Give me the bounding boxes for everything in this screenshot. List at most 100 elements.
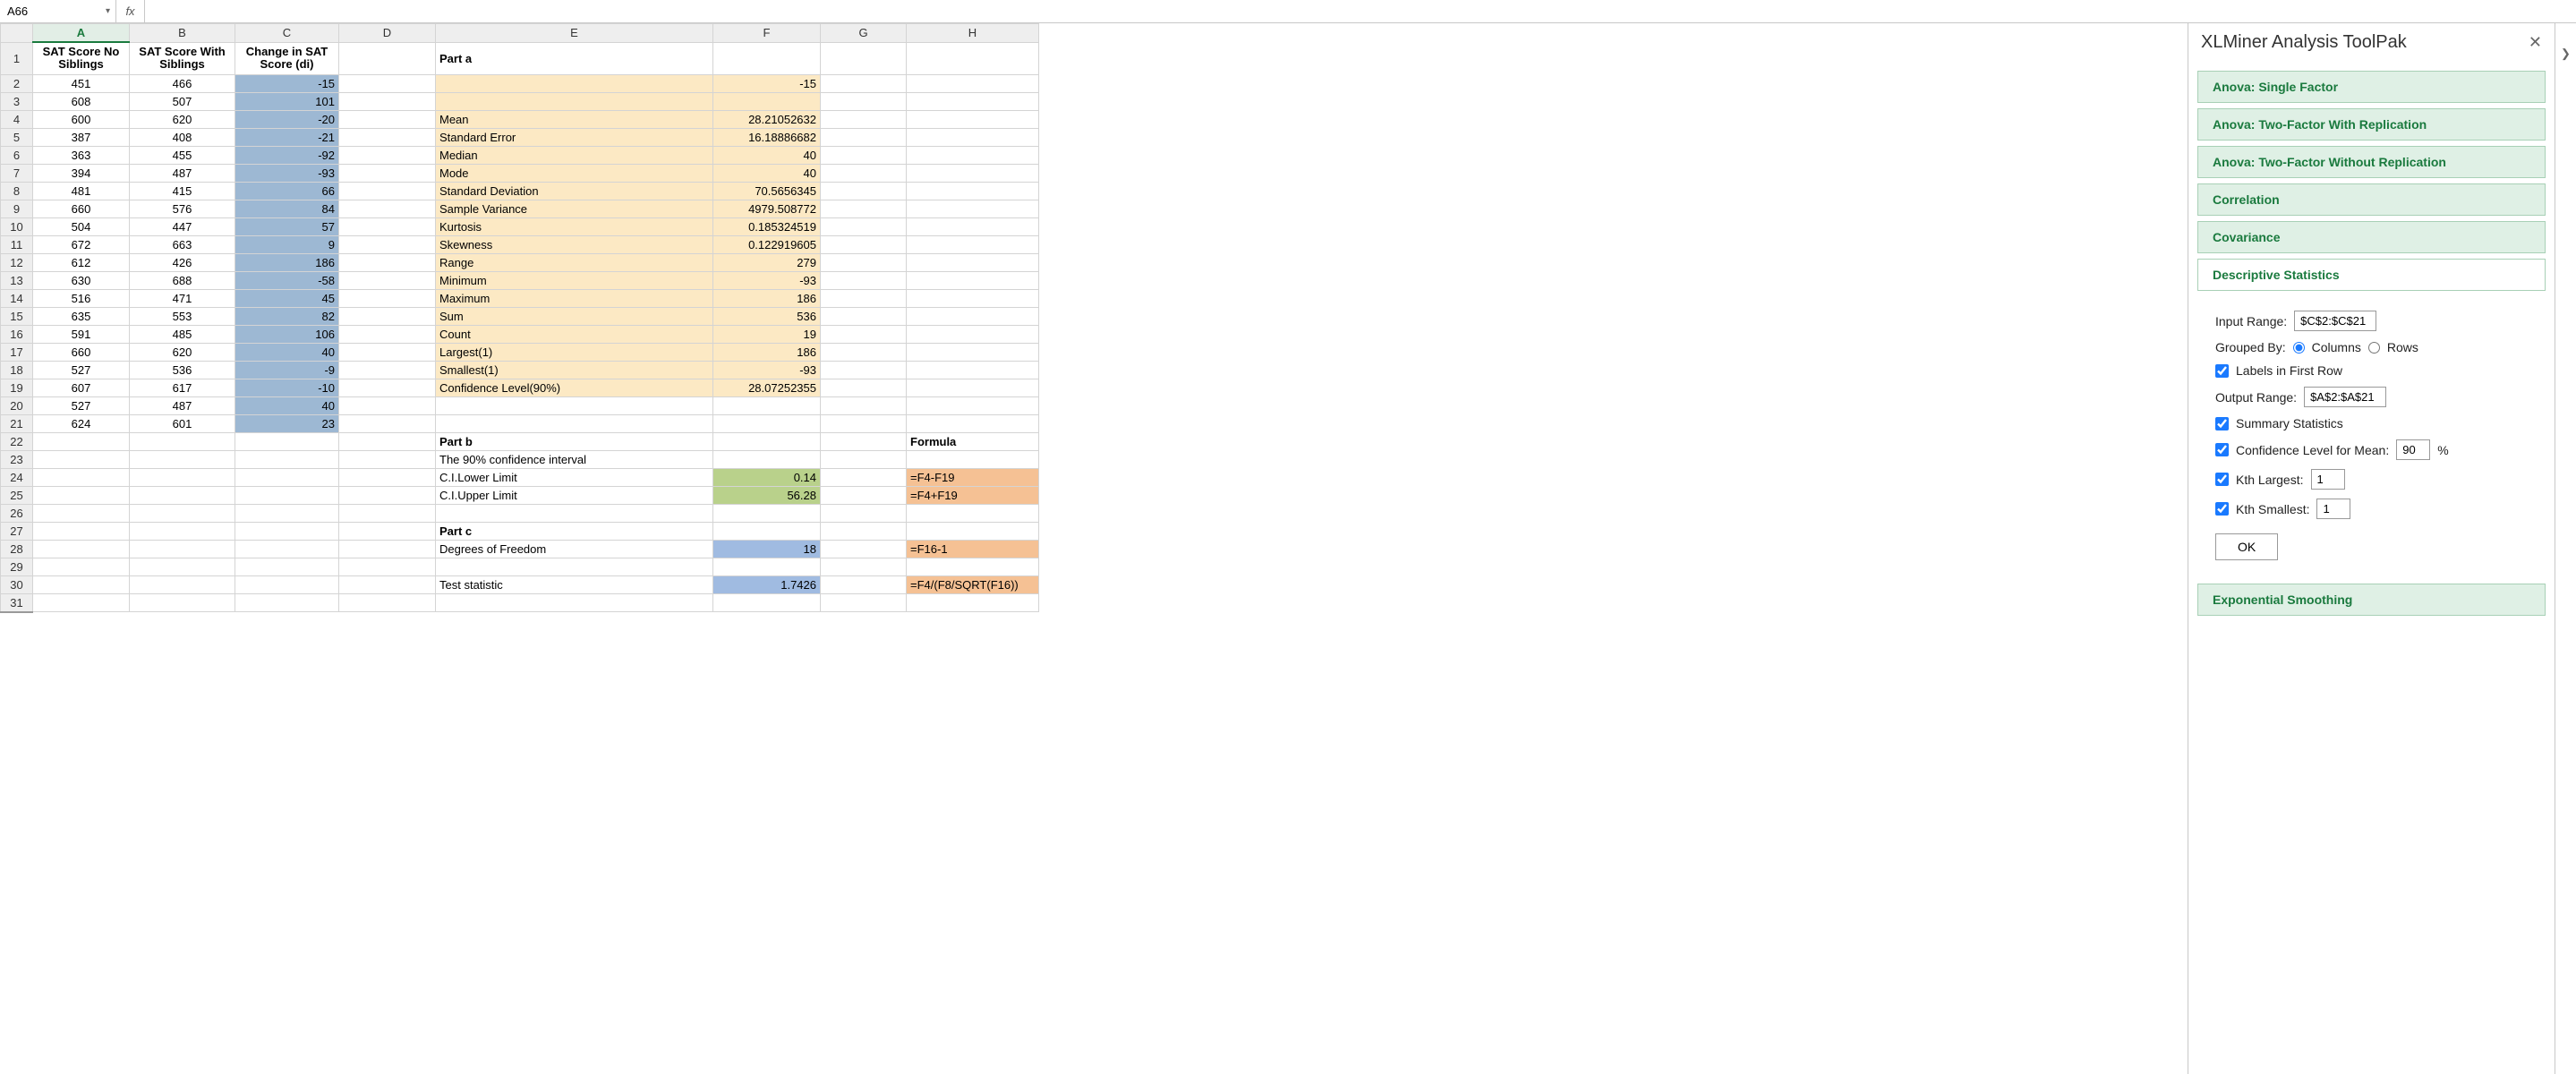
cell[interactable] — [235, 575, 339, 593]
summary-stats-check[interactable] — [2215, 417, 2229, 430]
cell[interactable] — [821, 343, 907, 361]
cell[interactable]: 28.21052632 — [713, 110, 821, 128]
col-header-e[interactable]: E — [436, 24, 713, 43]
cell[interactable] — [821, 307, 907, 325]
spreadsheet[interactable]: A B C D E F G H 1SAT Score No SiblingsSA… — [0, 23, 2188, 1074]
cell[interactable] — [33, 450, 130, 468]
grouped-rows-radio[interactable] — [2368, 342, 2380, 354]
row-header[interactable]: 14 — [1, 289, 33, 307]
cell[interactable] — [907, 522, 1039, 540]
cell[interactable] — [713, 558, 821, 575]
cell[interactable] — [713, 396, 821, 414]
row-header[interactable]: 9 — [1, 200, 33, 217]
cell[interactable] — [821, 432, 907, 450]
cell[interactable]: Change in SAT Score (di) — [235, 42, 339, 74]
row-header[interactable]: 17 — [1, 343, 33, 361]
cell[interactable]: -58 — [235, 271, 339, 289]
cell[interactable]: 101 — [235, 92, 339, 110]
cell[interactable] — [339, 396, 436, 414]
cell[interactable] — [339, 253, 436, 271]
cell[interactable]: 455 — [130, 146, 235, 164]
cell[interactable] — [33, 575, 130, 593]
cell[interactable] — [821, 486, 907, 504]
cell[interactable] — [339, 361, 436, 379]
row-header[interactable]: 20 — [1, 396, 33, 414]
cell[interactable] — [235, 540, 339, 558]
col-header-f[interactable]: F — [713, 24, 821, 43]
cell[interactable] — [33, 504, 130, 522]
row-header[interactable]: 11 — [1, 235, 33, 253]
col-header-d[interactable]: D — [339, 24, 436, 43]
cell[interactable] — [821, 522, 907, 540]
cell[interactable] — [713, 522, 821, 540]
cell[interactable]: 1.7426 — [713, 575, 821, 593]
cell[interactable]: -93 — [235, 164, 339, 182]
cell[interactable]: 507 — [130, 92, 235, 110]
cell[interactable]: 16.18886682 — [713, 128, 821, 146]
cell[interactable]: 426 — [130, 253, 235, 271]
cell[interactable]: 18 — [713, 540, 821, 558]
cell[interactable] — [907, 164, 1039, 182]
cell[interactable]: SAT Score No Siblings — [33, 42, 130, 74]
cell[interactable]: Kurtosis — [436, 217, 713, 235]
row-header[interactable]: 1 — [1, 42, 33, 74]
cell[interactable]: 672 — [33, 235, 130, 253]
row-header[interactable]: 13 — [1, 271, 33, 289]
cell[interactable] — [339, 450, 436, 468]
cell[interactable]: Part a — [436, 42, 713, 74]
cell[interactable]: 487 — [130, 164, 235, 182]
fx-label[interactable]: fx — [116, 0, 145, 22]
cell[interactable]: SAT Score With Siblings — [130, 42, 235, 74]
cell[interactable]: 106 — [235, 325, 339, 343]
cell[interactable]: 45 — [235, 289, 339, 307]
cell[interactable]: 66 — [235, 182, 339, 200]
cell[interactable]: -15 — [713, 74, 821, 92]
cell[interactable] — [907, 271, 1039, 289]
cell[interactable]: 527 — [33, 396, 130, 414]
cell[interactable] — [821, 414, 907, 432]
cell[interactable]: 481 — [33, 182, 130, 200]
cell[interactable] — [339, 217, 436, 235]
cell[interactable]: -92 — [235, 146, 339, 164]
cell[interactable] — [907, 396, 1039, 414]
kth-smallest-field[interactable] — [2316, 499, 2350, 519]
cell[interactable]: 408 — [130, 128, 235, 146]
cell[interactable]: 688 — [130, 271, 235, 289]
cell[interactable] — [821, 110, 907, 128]
row-header[interactable]: 19 — [1, 379, 33, 396]
cell[interactable]: 600 — [33, 110, 130, 128]
kth-largest-field[interactable] — [2311, 469, 2345, 490]
cell[interactable]: 485 — [130, 325, 235, 343]
cell[interactable] — [339, 343, 436, 361]
cell[interactable] — [713, 450, 821, 468]
cell[interactable] — [339, 92, 436, 110]
cell[interactable] — [821, 450, 907, 468]
cell[interactable] — [713, 414, 821, 432]
cell[interactable]: Smallest(1) — [436, 361, 713, 379]
cell[interactable] — [339, 289, 436, 307]
col-header-g[interactable]: G — [821, 24, 907, 43]
cell[interactable] — [821, 379, 907, 396]
cell[interactable]: -21 — [235, 128, 339, 146]
cell[interactable]: 466 — [130, 74, 235, 92]
cell[interactable]: Median — [436, 146, 713, 164]
cell[interactable]: 660 — [33, 343, 130, 361]
cell[interactable] — [339, 379, 436, 396]
cell[interactable] — [907, 253, 1039, 271]
cell[interactable] — [130, 593, 235, 612]
row-header[interactable]: 6 — [1, 146, 33, 164]
cell[interactable]: 608 — [33, 92, 130, 110]
cell[interactable] — [907, 128, 1039, 146]
cell[interactable] — [821, 92, 907, 110]
row-header[interactable]: 31 — [1, 593, 33, 612]
row-header[interactable]: 15 — [1, 307, 33, 325]
cell[interactable]: Part c — [436, 522, 713, 540]
cell[interactable] — [907, 558, 1039, 575]
cell[interactable] — [339, 235, 436, 253]
cell[interactable]: 624 — [33, 414, 130, 432]
tool-item[interactable]: Anova: Two-Factor With Replication — [2197, 108, 2546, 141]
cell[interactable]: 28.07252355 — [713, 379, 821, 396]
cell[interactable] — [339, 128, 436, 146]
cell[interactable] — [130, 558, 235, 575]
row-header[interactable]: 5 — [1, 128, 33, 146]
